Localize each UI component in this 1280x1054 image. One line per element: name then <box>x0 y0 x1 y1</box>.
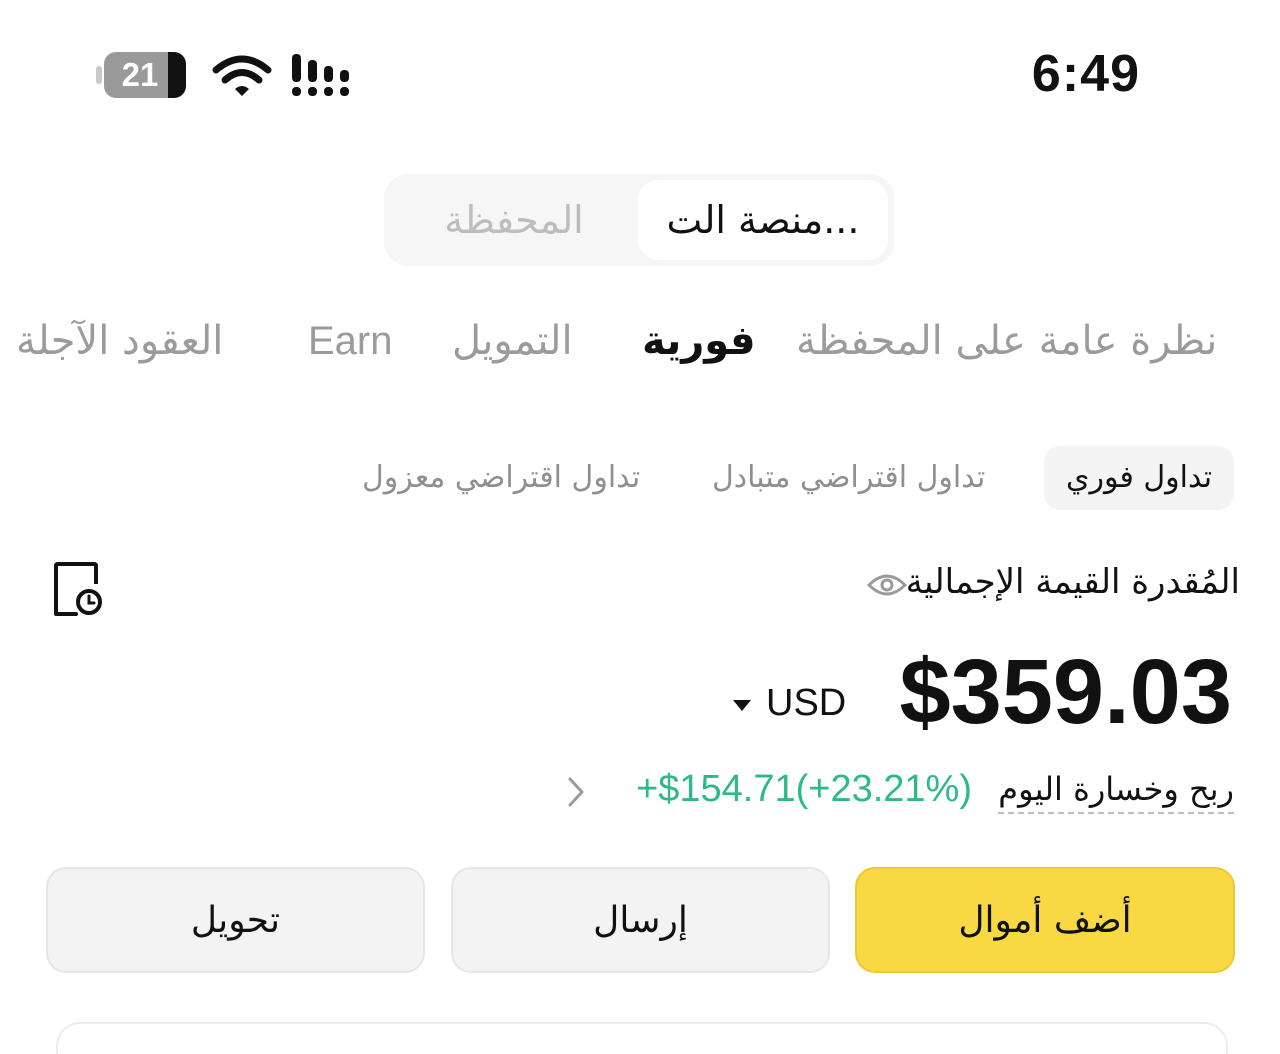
estimated-total-label: المُقدرة القيمة الإجمالية <box>905 562 1240 602</box>
wifi-icon <box>212 55 272 96</box>
subtab-spot-trading[interactable]: تداول فوري <box>1044 446 1235 510</box>
history-icon[interactable] <box>50 560 106 620</box>
caret-down-icon[interactable] <box>732 698 752 712</box>
transfer-button[interactable]: تحويل <box>46 867 425 973</box>
battery-indicator: 21 <box>96 52 190 98</box>
wallet-segment[interactable]: المحفظة <box>390 180 638 260</box>
subtab-cross-margin[interactable]: تداول اقتراضي متبادل <box>712 446 985 510</box>
exchange-segment[interactable]: منصة الت... <box>638 180 888 260</box>
subtab-isolated-margin[interactable]: تداول اقتراضي معزول <box>362 446 640 510</box>
send-button[interactable]: إرسال <box>451 867 830 973</box>
tab-futures[interactable]: العقود الآجلة <box>16 306 223 376</box>
chevron-right-icon[interactable] <box>566 776 586 808</box>
status-time: 6:49 <box>1031 45 1140 103</box>
today-pnl-label[interactable]: ربح وخسارة اليوم <box>998 770 1234 814</box>
today-pnl-value[interactable]: +$154.71(+23.21%) <box>636 768 972 811</box>
tab-earn[interactable]: Earn <box>308 306 393 376</box>
eye-icon[interactable] <box>866 571 908 599</box>
battery-percent: 21 <box>121 56 159 93</box>
tab-spot[interactable]: فورية <box>642 306 756 376</box>
tab-funding[interactable]: التمويل <box>452 306 573 376</box>
add-funds-button[interactable]: أضف أموال <box>855 867 1235 973</box>
total-balance: $359.03 <box>899 641 1232 743</box>
battery-nub <box>96 66 102 84</box>
tab-portfolio-overview[interactable]: نظرة عامة على المحفظة <box>796 306 1217 376</box>
signal-icon <box>292 54 349 96</box>
platform-switch: المحفظة منصة الت... <box>384 174 894 266</box>
currency-selector[interactable]: USD <box>766 682 846 725</box>
asset-list-card <box>56 1022 1228 1054</box>
